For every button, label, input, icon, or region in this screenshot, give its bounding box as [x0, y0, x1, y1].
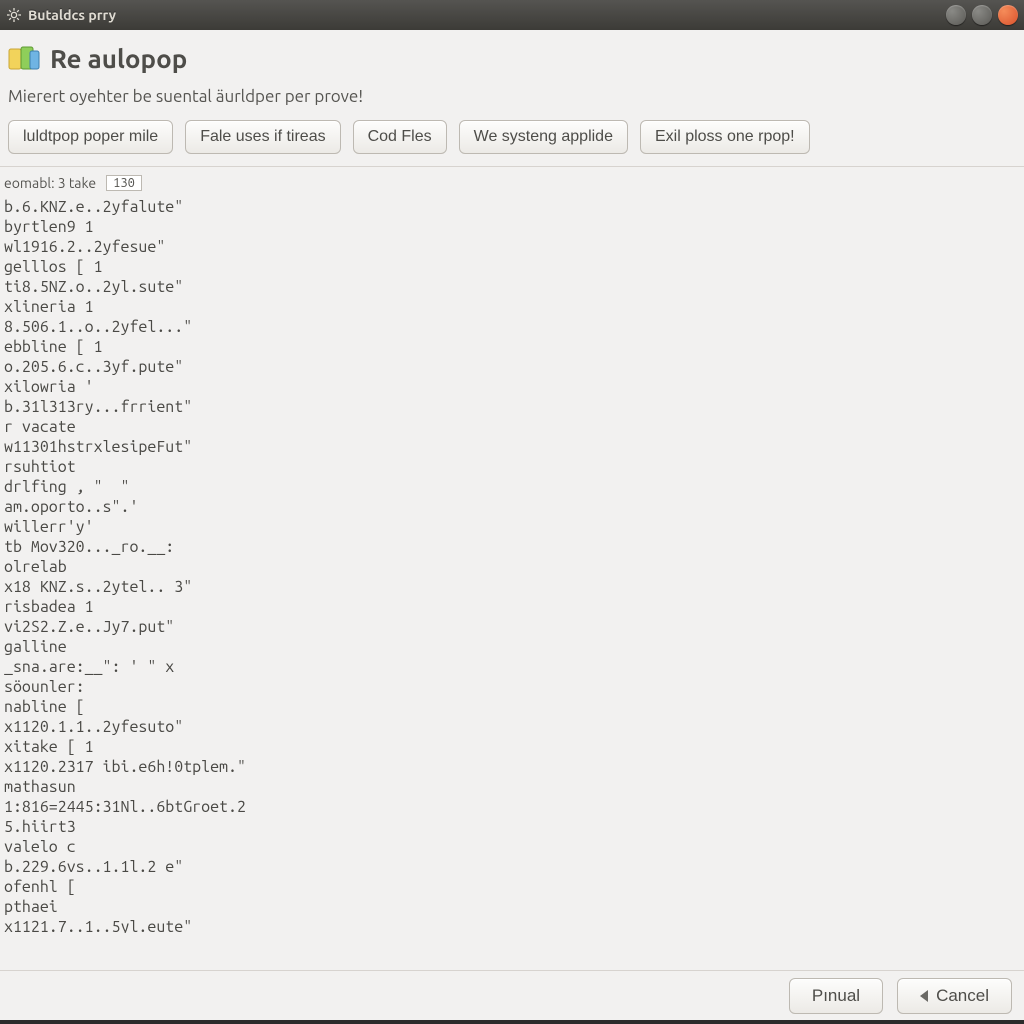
toolbar-button-5[interactable]: Exil ploss one rpop! [640, 120, 810, 154]
bottom-edge [0, 1020, 1024, 1024]
app-icon [8, 46, 40, 72]
header-section: Re aulopop Mierert oyehter be suental äu… [0, 30, 1024, 167]
toolbar-button-2[interactable]: Fale uses if tireas [185, 120, 340, 154]
toolbar: luldtpop poper mile Fale uses if tireas … [8, 120, 1010, 154]
status-label: eomabl: 3 take [4, 175, 96, 191]
status-count-box: 130 [106, 175, 142, 191]
help-window-button[interactable] [946, 5, 966, 25]
cancel-button-label: Cancel [936, 986, 989, 1006]
log-output: b.6.KNZ.e..2yfalute" byrtlen9 1 wl1916.2… [0, 195, 1024, 933]
cancel-button[interactable]: Cancel [897, 978, 1012, 1014]
close-window-button[interactable] [998, 5, 1018, 25]
primary-button[interactable]: Pınual [789, 978, 883, 1014]
dialog-footer: Pınual Cancel [0, 970, 1024, 1020]
status-strip: eomabl: 3 take 130 [0, 167, 1024, 195]
page-subtitle: Mierert oyehter be suental äurldper per … [8, 87, 1010, 106]
toolbar-button-1[interactable]: luldtpop poper mile [8, 120, 173, 154]
toolbar-button-3[interactable]: Cod Fles [353, 120, 447, 154]
arrow-left-icon [920, 990, 928, 1002]
window-title: Butaldcs prry [28, 7, 116, 23]
page-title: Re aulopop [50, 44, 187, 73]
minimize-window-button[interactable] [972, 5, 992, 25]
toolbar-button-4[interactable]: We systeng applide [459, 120, 628, 154]
gear-icon [6, 7, 22, 23]
window-titlebar: Butaldcs prry [0, 0, 1024, 30]
